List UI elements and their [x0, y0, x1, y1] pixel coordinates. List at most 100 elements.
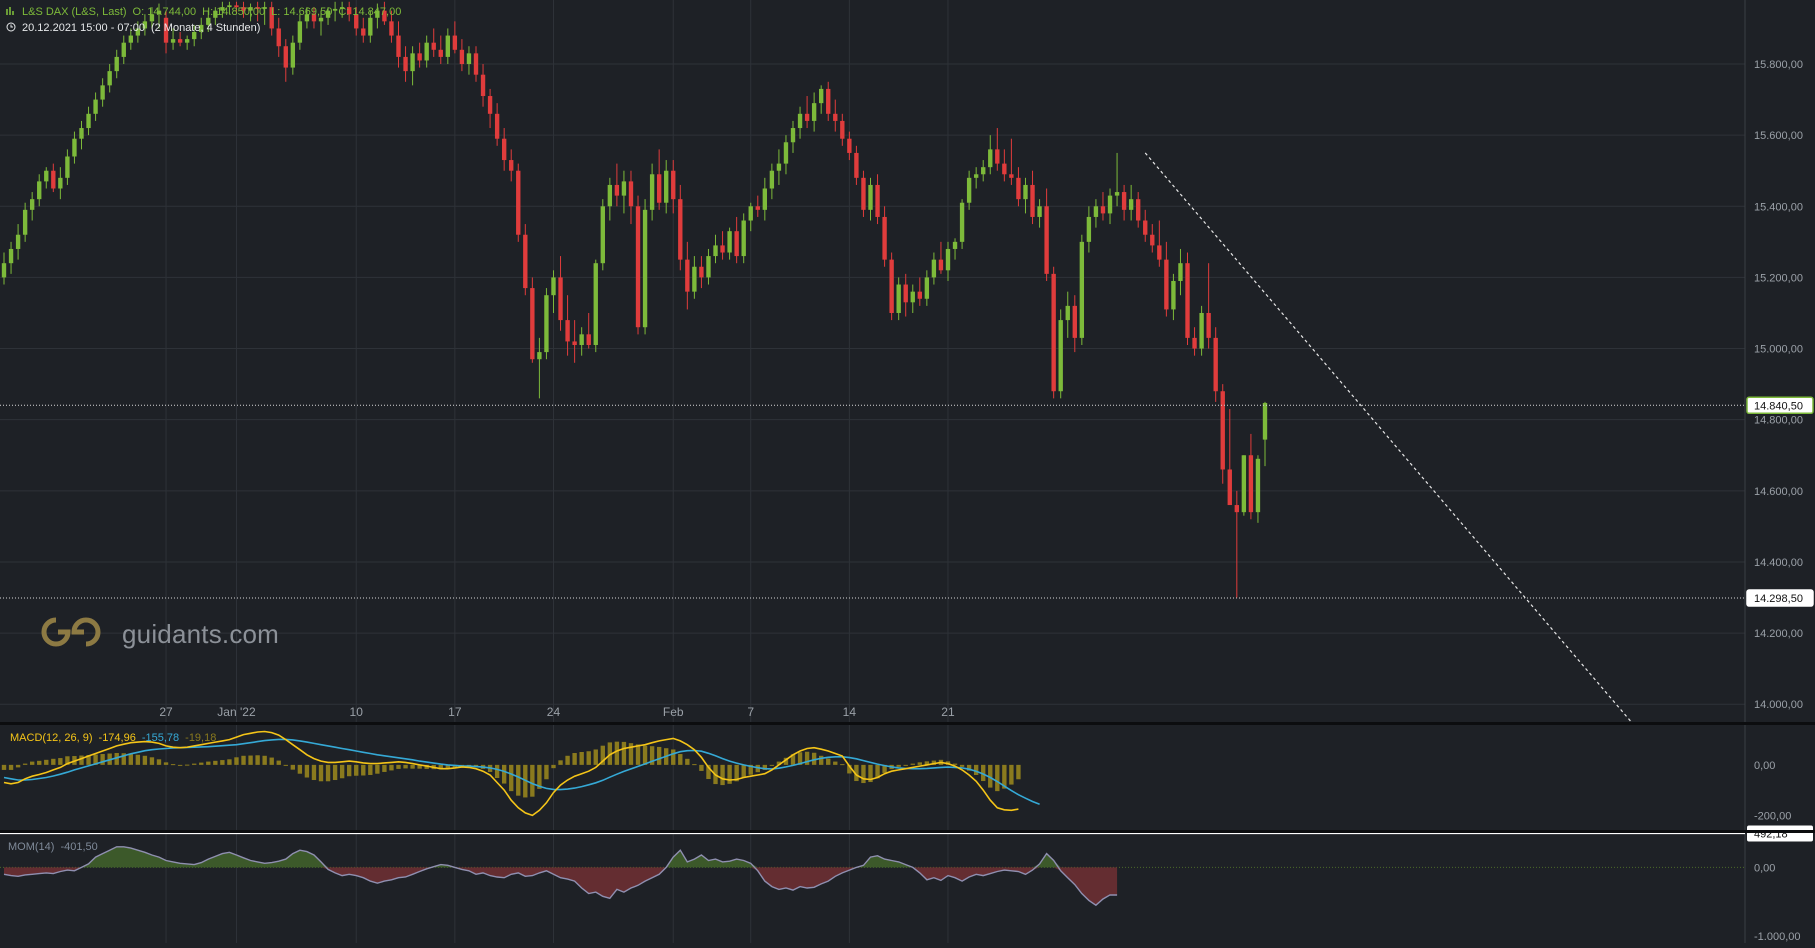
price-tick-label: 14.600,00	[1754, 486, 1803, 498]
time-tick-label: Jan '22	[217, 705, 256, 719]
candle-body	[466, 53, 472, 65]
candle-body	[8, 248, 14, 264]
macd-histogram-bar	[910, 763, 915, 765]
candle-body	[128, 35, 133, 43]
open-value: O: 14.744,00	[132, 6, 197, 18]
candle-up[interactable]	[1241, 455, 1247, 516]
macd-histogram-bar	[973, 764, 979, 775]
candle-up[interactable]	[600, 199, 605, 271]
candle-body	[952, 241, 958, 249]
candle-body	[621, 181, 627, 196]
candle-body	[1, 263, 7, 278]
candle-up[interactable]	[642, 199, 648, 335]
candle-body	[37, 181, 42, 200]
candle-body	[1030, 184, 1035, 217]
macd-histogram-bar	[8, 764, 14, 770]
price-tick-label: 15.600,00	[1754, 130, 1803, 142]
candle-up[interactable]	[1079, 234, 1085, 345]
candle-down[interactable]	[889, 252, 894, 321]
candle-up[interactable]	[741, 213, 746, 264]
price-marker-label: 14.840,50	[1754, 400, 1803, 412]
macd-histogram-bar	[128, 753, 133, 765]
macd-histogram-bar	[501, 764, 507, 784]
candle-body	[762, 188, 768, 210]
candle-up[interactable]	[593, 259, 598, 353]
candle-body	[1178, 263, 1183, 281]
candle-down[interactable]	[1213, 327, 1218, 402]
candle-body	[1262, 402, 1268, 440]
price-marker-label: 14.298,50	[1754, 593, 1803, 605]
price-tick-label: 14.800,00	[1754, 415, 1803, 427]
candle-up[interactable]	[1199, 305, 1204, 356]
candle-body	[1206, 312, 1211, 338]
candle-body	[1044, 206, 1049, 274]
macd-histogram-bar	[642, 745, 648, 765]
candle-body	[755, 206, 760, 210]
candle-body	[1114, 192, 1120, 196]
candle-body	[1199, 312, 1204, 349]
signal-value: -155,78	[141, 732, 180, 744]
candle-up[interactable]	[959, 199, 965, 249]
macd-histogram-bar	[135, 754, 141, 765]
candle-body	[509, 160, 514, 171]
panel-divider-macd[interactable]	[0, 722, 1815, 725]
macd-histogram-bar	[614, 741, 620, 765]
candle-body	[727, 231, 732, 253]
candle-body	[1241, 455, 1247, 513]
candle-up[interactable]	[1058, 309, 1063, 399]
macd-histogram-bar	[1, 764, 7, 770]
candle-down[interactable]	[1051, 266, 1056, 399]
candle-down[interactable]	[523, 224, 528, 296]
candle-body	[290, 42, 296, 68]
macd-histogram-bar	[156, 759, 162, 765]
candle-body	[910, 291, 915, 303]
macd-histogram-bar	[579, 751, 584, 765]
candle-down[interactable]	[516, 163, 521, 242]
candle-body	[981, 167, 986, 175]
candle-body	[1037, 206, 1042, 217]
macd-tick-label: 0,00	[1754, 760, 1775, 772]
candle-body	[826, 88, 831, 114]
candle-body	[896, 284, 901, 313]
candle-body	[692, 266, 697, 292]
macd-histogram-bar	[339, 764, 345, 779]
macd-histogram-bar	[79, 755, 84, 765]
momentum-tick-label: 0,00	[1754, 862, 1775, 874]
macd-histogram-bar	[199, 762, 204, 765]
candle-body	[685, 259, 690, 292]
candle-body	[1121, 192, 1127, 210]
candle-down[interactable]	[635, 195, 641, 335]
candle-body	[361, 28, 366, 36]
candle-body	[635, 206, 641, 328]
candle-down[interactable]	[530, 277, 535, 363]
candle-body	[988, 149, 993, 168]
candle-body	[100, 85, 105, 100]
instrument-name: L&S DAX (L&S, Last)	[22, 6, 127, 18]
candle-body	[819, 88, 824, 104]
macd-histogram-bar	[100, 754, 105, 765]
macd-histogram-bar	[262, 755, 267, 765]
candle-body	[438, 49, 443, 57]
macd-histogram-bar	[22, 763, 28, 765]
candle-body	[72, 138, 77, 157]
macd-histogram-bar	[347, 764, 352, 777]
chart-canvas[interactable]: 15.800,00 15.600,00 15.400,00 15.200,00 15.0…	[0, 0, 1815, 943]
macd-histogram-bar	[44, 759, 49, 765]
macd-histogram-bar	[283, 764, 288, 766]
macd-histogram-bar	[678, 754, 683, 765]
momentum-legend[interactable]: MOM(14) -401,50	[8, 841, 104, 853]
macd-histogram-bar	[368, 764, 373, 775]
chart-stage[interactable]: 15.800,00 15.600,00 15.400,00 15.200,00 15.0…	[0, 0, 1815, 943]
macd-legend[interactable]: MACD(12, 26, 9) -174,96 -155,78 -19,18	[10, 732, 222, 744]
candle-down[interactable]	[1185, 252, 1190, 345]
panel-divider-momentum[interactable]	[0, 830, 1815, 833]
candle-body	[283, 46, 288, 68]
chart-background	[0, 0, 1815, 943]
macd-histogram-bar	[37, 760, 42, 765]
candle-body	[790, 128, 796, 143]
macd-histogram-bar	[769, 764, 775, 766]
candle-body	[177, 39, 183, 43]
candle-up[interactable]	[544, 288, 549, 360]
macd-histogram-bar	[861, 764, 866, 784]
candle-down[interactable]	[1220, 384, 1225, 484]
